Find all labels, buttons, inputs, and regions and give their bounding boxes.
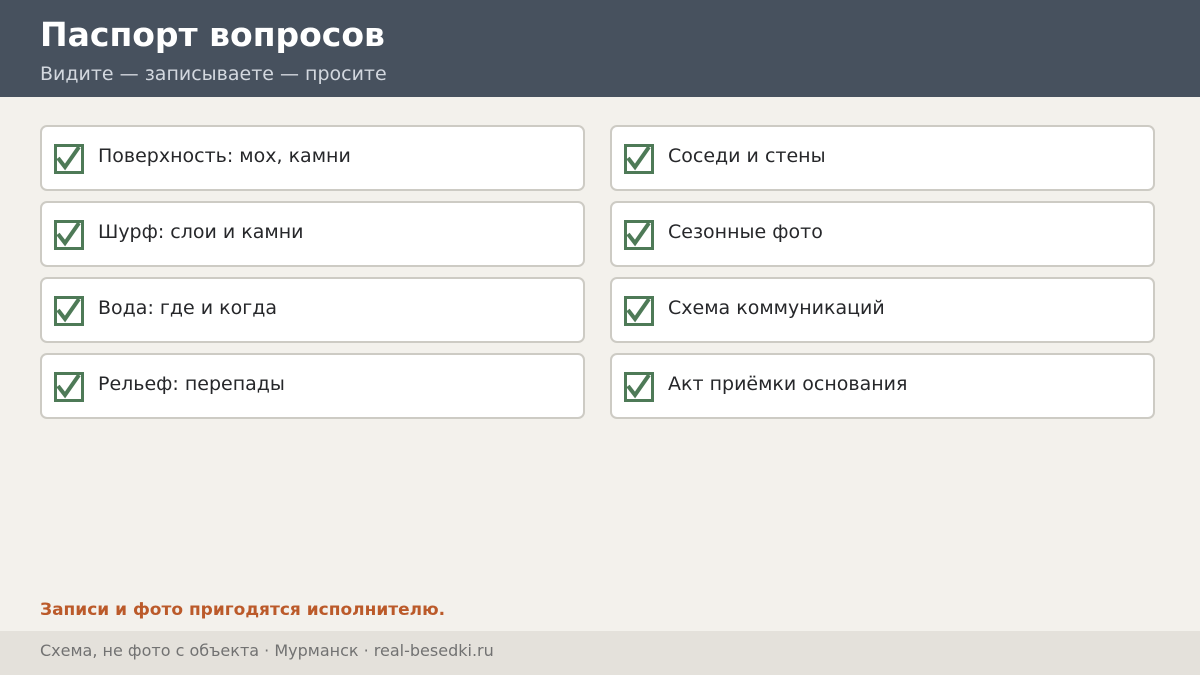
footer-text: Схема, не фото с объекта · Мурманск · re… (40, 641, 494, 660)
checklist-item[interactable]: Соседи и стены (610, 125, 1155, 191)
checklist-item-label: Поверхность: мох, камни (98, 145, 351, 167)
checklist-item-label: Рельеф: перепады (98, 373, 285, 395)
checklist-item-label: Шурф: слои и камни (98, 221, 304, 243)
note-text: Записи и фото пригодятся исполнителю. (40, 600, 446, 620)
checklist-item[interactable]: Акт приёмки основания (610, 353, 1155, 419)
checklist-item[interactable]: Вода: где и когда (40, 277, 585, 343)
checkbox-checked-icon[interactable] (54, 296, 84, 326)
checkbox-checked-icon[interactable] (624, 372, 654, 402)
checklist-item[interactable]: Шурф: слои и камни (40, 201, 585, 267)
checklist-item-label: Соседи и стены (668, 145, 826, 167)
checklist-item[interactable]: Рельеф: перепады (40, 353, 585, 419)
checklist-item-label: Акт приёмки основания (668, 373, 908, 395)
checklist-right-column: Соседи и стены Сезонные фото Схема комму… (610, 125, 1155, 429)
checkbox-checked-icon[interactable] (624, 220, 654, 250)
checklist-item[interactable]: Поверхность: мох, камни (40, 125, 585, 191)
checkbox-checked-icon[interactable] (624, 296, 654, 326)
page-subtitle: Видите — записываете — просите (40, 63, 387, 85)
checklist-item-label: Вода: где и когда (98, 297, 277, 319)
checklist-left-column: Поверхность: мох, камни Шурф: слои и кам… (40, 125, 585, 429)
checklist-item-label: Схема коммуникаций (668, 297, 885, 319)
page-title: Паспорт вопросов (40, 15, 385, 54)
checklist-item[interactable]: Сезонные фото (610, 201, 1155, 267)
checklist-item[interactable]: Схема коммуникаций (610, 277, 1155, 343)
header-banner: Паспорт вопросов Видите — записываете — … (0, 0, 1200, 97)
checklist-item-label: Сезонные фото (668, 221, 823, 243)
checkbox-checked-icon[interactable] (624, 144, 654, 174)
checkbox-checked-icon[interactable] (54, 144, 84, 174)
checkbox-checked-icon[interactable] (54, 220, 84, 250)
checkbox-checked-icon[interactable] (54, 372, 84, 402)
footer-bar: Схема, не фото с объекта · Мурманск · re… (0, 631, 1200, 675)
